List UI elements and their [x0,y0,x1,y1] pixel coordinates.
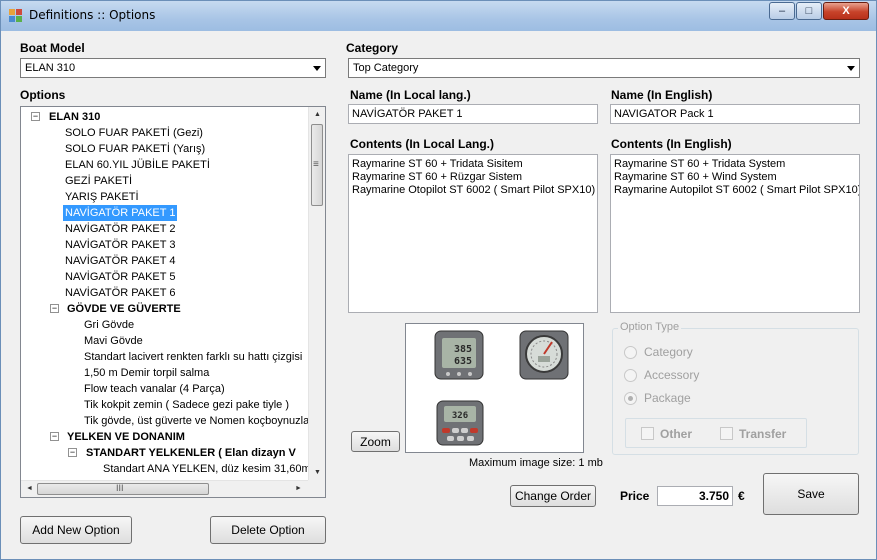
name-local-label: Name (In Local lang.) [350,88,471,102]
checkbox-label: Transfer [739,427,787,441]
grip-icon: ≡ [313,159,319,170]
tree-item[interactable]: 1,50 m Demir torpil salma [82,365,211,381]
options-window: Definitions :: Options – □ X Boat Model … [0,0,877,560]
close-icon: X [842,5,850,17]
minimize-button[interactable]: – [769,2,795,20]
boat-model-label: Boat Model [20,41,85,55]
autopilot-instrument-icon: 326 [436,400,484,446]
minimize-icon: – [778,5,786,17]
max-image-size-note: Maximum image size: 1 mb [469,457,603,469]
tree-item[interactable]: GÖVDE VE GÜVERTE [65,301,183,317]
tree-item[interactable]: GEZİ PAKETİ [63,173,134,189]
tree-horizontal-scrollbar[interactable]: ◄ III ► [21,480,308,497]
delete-option-label: Delete Option [231,523,305,537]
contents-local-label: Contents (In Local Lang.) [350,137,494,151]
tree-item[interactable]: YARIŞ PAKETİ [63,189,141,205]
collapse-icon[interactable]: − [50,304,59,313]
scroll-left-icon[interactable]: ◄ [26,485,33,492]
change-order-label: Change Order [514,489,592,503]
chevron-down-icon [847,66,855,71]
tree-item[interactable]: NAVİGATÖR PAKET 4 [63,253,177,269]
boat-model-value: ELAN 310 [25,62,76,74]
chevron-down-icon [313,66,321,71]
contents-local-textarea[interactable]: Raymarine ST 60 + Tridata Sisitem Raymar… [348,154,598,313]
tree-item[interactable]: Standart lacivert renkten farklı su hatt… [82,349,304,365]
tree-vertical-scrollbar[interactable]: ▲ ≡ ▼ [308,107,325,482]
tree-horizontal-thumb[interactable]: III [37,483,209,495]
name-english-label: Name (In English) [611,88,713,102]
zoom-button-label: Zoom [360,434,391,449]
tree-item[interactable]: Flow teach vanalar (4 Parça) [82,381,227,397]
radio-label: Category [644,345,693,359]
tree-item-selected[interactable]: NAVİGATÖR PAKET 1 [63,205,178,221]
maximize-button[interactable]: □ [796,2,822,20]
scroll-corner [308,480,325,497]
delete-option-button[interactable]: Delete Option [210,516,326,544]
save-button-label: Save [797,487,825,501]
option-type-legend: Option Type [618,321,682,333]
category-select[interactable]: Top Category [348,58,860,78]
tridata-top-readout: 385 [454,344,472,355]
checkbox-other[interactable] [641,427,654,440]
options-label: Options [20,88,66,102]
price-label: Price [620,489,650,503]
tree-item[interactable]: Mavi Gövde [82,333,145,349]
name-english-input[interactable]: NAVIGATOR Pack 1 [610,104,860,124]
boat-model-select[interactable]: ELAN 310 [20,58,326,78]
options-tree[interactable]: Furling CENOVA 112% düz kesim 26,00mStan… [20,106,326,498]
name-local-input[interactable]: NAVİGATÖR PAKET 1 [348,104,598,124]
tree-item[interactable]: NAVİGATÖR PAKET 3 [63,237,177,253]
collapse-icon[interactable]: − [50,432,59,441]
radio-label: Accessory [644,368,700,382]
tree-vertical-thumb[interactable]: ≡ [311,124,323,206]
window-title: Definitions :: Options [29,8,156,22]
tree-item[interactable]: NAVİGATÖR PAKET 6 [63,285,177,301]
price-input[interactable]: 3.750 [657,486,733,506]
radio-package[interactable] [624,392,637,405]
checkbox-label: Other [660,427,693,441]
category-label: Category [346,41,399,55]
app-icon [9,9,23,23]
tree-item[interactable]: Gri Gövde [82,317,136,333]
autopilot-readout: 326 [452,411,468,421]
tree-item[interactable]: ELAN 310 [47,109,102,125]
maximize-icon: □ [805,5,813,17]
contents-english-label: Contents (In English) [611,137,732,151]
radio-label: Package [644,391,691,405]
tree-item[interactable]: YELKEN VE DONANIM [65,429,187,445]
tree-item[interactable]: NAVİGATÖR PAKET 2 [63,221,177,237]
zoom-button[interactable]: Zoom [351,431,400,452]
grip-icon: III [116,483,124,493]
tree-item[interactable]: Tik gövde, üst güverte ve Nomen koçboynu… [82,413,318,429]
tree-item[interactable]: SOLO FUAR PAKETİ (Gezi) [63,125,205,141]
contents-english-textarea[interactable]: Raymarine ST 60 + Tridata System Raymari… [610,154,860,313]
scroll-up-icon[interactable]: ▲ [314,111,321,118]
tree-item[interactable]: SOLO FUAR PAKETİ (Yarış) [63,141,207,157]
add-new-option-label: Add New Option [32,523,120,537]
tree-item[interactable]: STANDART YELKENLER ( Elan dizayn V [84,445,298,461]
save-button[interactable]: Save [763,473,859,515]
close-button[interactable]: X [823,2,869,20]
tridata-instrument-icon: 385 635 [434,330,484,380]
collapse-icon[interactable]: − [31,112,40,121]
scroll-down-icon[interactable]: ▼ [314,469,321,476]
change-order-button[interactable]: Change Order [510,485,596,507]
scroll-right-icon[interactable]: ► [295,485,302,492]
add-new-option-button[interactable]: Add New Option [20,516,132,544]
collapse-icon[interactable]: − [68,448,77,457]
radio-category[interactable] [624,346,637,359]
wind-instrument-icon [519,330,569,380]
tridata-bottom-readout: 635 [454,356,472,367]
tree-item[interactable]: Tik kokpit zemin ( Sadece gezi pake tiyl… [82,397,291,413]
category-value: Top Category [353,62,419,74]
tree-item[interactable]: Standart ANA YELKEN, düz kesim 31,60m2 [101,461,319,477]
currency-symbol: € [738,489,745,503]
radio-accessory[interactable] [624,369,637,382]
option-image[interactable]: 385 635 326 [405,323,584,453]
title-bar[interactable]: Definitions :: Options – □ X [1,1,876,31]
checkbox-transfer[interactable] [720,427,733,440]
tree-item[interactable]: ELAN 60.YIL JÜBİLE PAKETİ [63,157,212,173]
tree-item[interactable]: NAVİGATÖR PAKET 5 [63,269,177,285]
